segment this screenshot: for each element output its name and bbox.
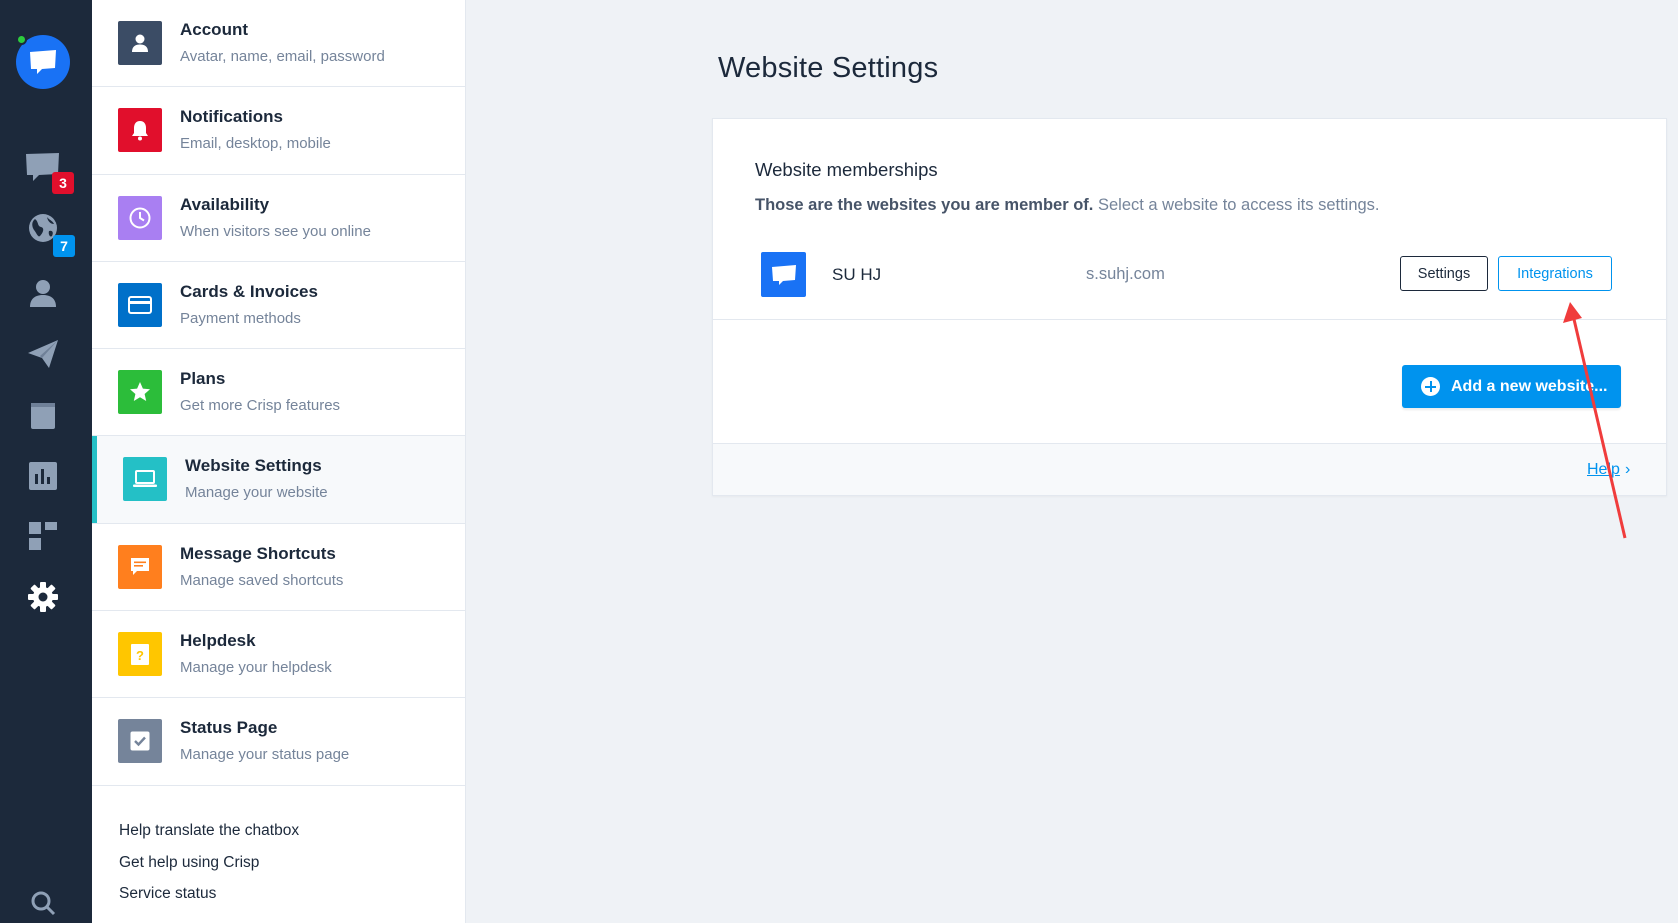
menu-item-subtitle: When visitors see you online — [180, 222, 371, 240]
menu-item-availability[interactable]: Availability When visitors see you onlin… — [92, 175, 465, 262]
menu-item-subtitle: Manage saved shortcuts — [180, 571, 344, 589]
left-rail: 3 7 — [0, 0, 92, 923]
help-translate-link[interactable]: Help translate the chatbox — [119, 820, 299, 852]
menu-item-title: Account — [180, 20, 248, 39]
menu-item-title: Notifications — [180, 107, 283, 127]
settings-menu: Account Avatar, name, email, password No… — [92, 0, 466, 923]
menu-item-subtitle: Email, desktop, mobile — [180, 135, 331, 153]
menu-item-notifications[interactable]: Notifications Email, desktop, mobile — [92, 87, 465, 175]
campaigns-send-icon[interactable] — [23, 334, 63, 374]
website-integrations-button[interactable]: Integrations — [1498, 256, 1612, 291]
message-icon — [118, 544, 162, 589]
chevron-right-icon: › — [1625, 461, 1631, 478]
add-website-label: Add a new website... — [1451, 377, 1608, 395]
menu-item-title: Plans — [180, 369, 226, 389]
search-icon[interactable] — [23, 883, 63, 923]
website-memberships-card: Website memberships Those are the websit… — [712, 118, 1667, 496]
menu-item-website-settings[interactable]: Website Settings Manage your website — [92, 436, 465, 524]
card-description-bold: Those are the websites you are member of… — [755, 196, 1094, 214]
menu-item-helpdesk[interactable]: ? Helpdesk Manage your helpdesk — [92, 611, 465, 699]
menu-item-subtitle: Get more Crisp features — [180, 397, 341, 415]
get-help-link[interactable]: Get help using Crisp — [119, 852, 299, 884]
menu-item-subtitle: Manage your helpdesk — [180, 659, 332, 677]
menu-item-title: Message Shortcuts — [180, 543, 336, 563]
laptop-icon — [123, 457, 167, 502]
menu-item-cards-invoices[interactable]: Cards & Invoices Payment methods — [92, 262, 465, 350]
card-footer: Help › — [713, 443, 1666, 495]
helpdesk-book-icon: ? — [118, 632, 162, 677]
person-icon — [118, 21, 162, 65]
svg-text:?: ? — [136, 648, 144, 663]
menu-footer-links: Help translate the chatbox Get help usin… — [119, 820, 299, 915]
menu-item-plans[interactable]: Plans Get more Crisp features — [92, 349, 465, 437]
menu-item-title: Availability — [180, 194, 270, 214]
star-icon — [118, 370, 162, 415]
menu-item-subtitle: Payment methods — [180, 309, 301, 327]
help-link[interactable]: Help — [1587, 461, 1620, 479]
plus-circle-icon — [1421, 377, 1440, 396]
menu-item-title: Cards & Invoices — [180, 281, 318, 301]
menu-item-message-shortcuts[interactable]: Message Shortcuts Manage saved shortcuts — [92, 524, 465, 612]
add-website-button[interactable]: Add a new website... — [1402, 365, 1621, 408]
card-title: Website memberships — [755, 159, 938, 180]
clock-icon — [118, 195, 162, 240]
website-logo-icon — [761, 252, 806, 297]
helpdesk-icon[interactable] — [23, 395, 63, 435]
menu-item-subtitle: Avatar, name, email, password — [180, 48, 385, 65]
page-title: Website Settings — [718, 52, 939, 84]
menu-item-subtitle: Manage your website — [185, 484, 328, 502]
website-row[interactable]: SU HJ s.suhj.com Settings Integrations — [713, 245, 1666, 320]
website-settings-button[interactable]: Settings — [1400, 256, 1488, 291]
visitors-count-badge: 7 — [53, 235, 75, 257]
menu-item-subtitle: Manage your status page — [180, 746, 350, 764]
chats-count-badge: 3 — [52, 172, 74, 194]
menu-item-title: Status Page — [180, 718, 278, 738]
settings-gear-icon[interactable] — [23, 577, 63, 617]
card-description-rest: Select a website to access its settings. — [1097, 196, 1380, 214]
bell-icon — [118, 108, 162, 153]
website-name: SU HJ — [832, 265, 882, 284]
credit-card-icon — [118, 282, 162, 327]
menu-item-status-page[interactable]: Status Page Manage your status page — [92, 698, 465, 786]
menu-item-account[interactable]: Account Avatar, name, email, password — [92, 0, 465, 88]
website-domain: s.suhj.com — [1086, 265, 1165, 283]
checkbox-icon — [118, 719, 162, 764]
plugins-grid-icon[interactable] — [23, 516, 63, 556]
service-status-link[interactable]: Service status — [119, 883, 299, 915]
card-description: Those are the websites you are member of… — [755, 196, 1380, 215]
analytics-icon[interactable] — [23, 456, 63, 496]
contacts-icon[interactable] — [23, 273, 63, 313]
online-status-dot — [16, 34, 27, 45]
menu-item-title: Website Settings — [185, 456, 322, 476]
menu-item-title: Helpdesk — [180, 631, 256, 651]
